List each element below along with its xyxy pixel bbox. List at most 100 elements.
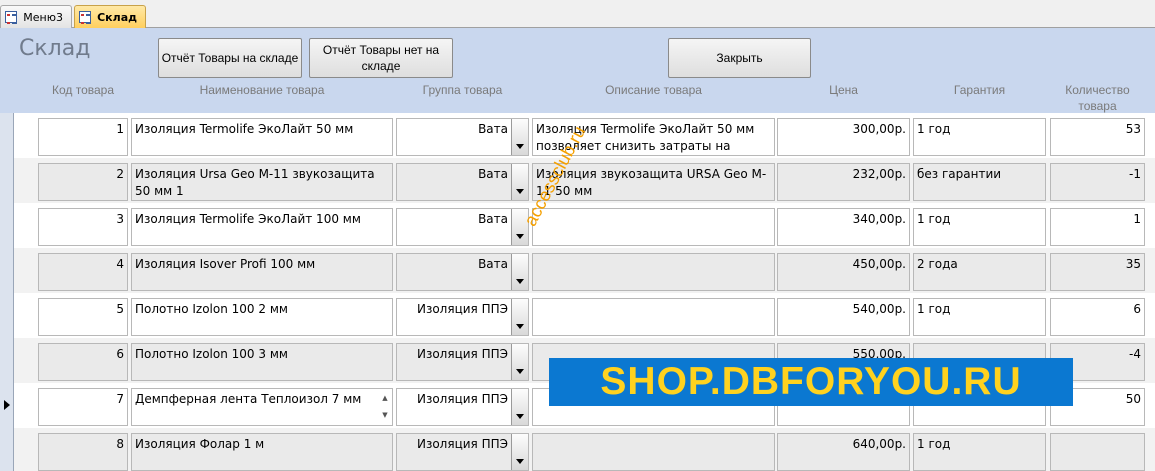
name-field[interactable]: Полотно Izolon 100 3 мм	[131, 343, 393, 381]
quantity-field[interactable]: 6	[1050, 298, 1145, 336]
name-field[interactable]: Изоляция Ursa Geo M-11 звукозащита 50 мм…	[131, 163, 393, 201]
dropdown-arrow-icon[interactable]	[511, 299, 528, 335]
promo-banner: SHOP.DBFORYOU.RU	[549, 358, 1073, 406]
group-combobox[interactable]: Вата	[396, 253, 529, 291]
name-field[interactable]: Изоляция Termolife ЭкоЛайт 100 мм	[131, 208, 393, 246]
column-header-price: Цена	[829, 83, 858, 97]
group-combobox[interactable]: Изоляция ППЭ	[396, 433, 529, 471]
group-value: Изоляция ППЭ	[416, 392, 508, 406]
group-value: Изоляция ППЭ	[416, 437, 508, 451]
name-field[interactable]: Демпферная лента Теплоизол 7 мм ▲ ▼	[131, 388, 393, 426]
group-combobox[interactable]: Вата	[396, 163, 529, 201]
description-field[interactable]	[532, 433, 775, 471]
group-value: Вата	[478, 167, 508, 181]
description-field[interactable]	[532, 253, 775, 291]
tab-label: Склад	[97, 10, 137, 24]
form-icon	[79, 11, 92, 24]
group-combobox[interactable]: Изоляция ППЭ	[396, 298, 529, 336]
warranty-field[interactable]: 2 года	[913, 253, 1046, 291]
dropdown-arrow-icon[interactable]	[511, 434, 528, 470]
table-row: 2 Изоляция Ursa Geo M-11 звукозащита 50 …	[0, 158, 1155, 203]
name-field[interactable]: Изоляция Termolife ЭкоЛайт 50 мм	[131, 118, 393, 156]
detail-section: 1 Изоляция Termolife ЭкоЛайт 50 мм Вата …	[0, 113, 1155, 471]
column-header-group: Группа товара	[422, 83, 503, 97]
price-field[interactable]: 232,00р.	[777, 163, 910, 201]
warranty-field[interactable]: 1 год	[913, 433, 1046, 471]
page-title: Склад	[19, 36, 91, 61]
price-field[interactable]: 340,00р.	[777, 208, 910, 246]
group-value: Вата	[478, 257, 508, 271]
close-button[interactable]: Закрыть	[668, 38, 811, 78]
record-selector[interactable]	[0, 203, 14, 248]
table-row: 8 Изоляция Фолар 1 м Изоляция ППЭ 640,00…	[0, 428, 1155, 471]
price-field[interactable]: 300,00р.	[777, 118, 910, 156]
warranty-field[interactable]: 1 год	[913, 298, 1046, 336]
description-field[interactable]	[532, 298, 775, 336]
warranty-field[interactable]: 1 год	[913, 208, 1046, 246]
record-selector[interactable]	[0, 113, 14, 158]
record-selector[interactable]	[0, 248, 14, 293]
scroll-up-icon[interactable]: ▲	[382, 390, 387, 407]
column-header-code: Код товара	[51, 83, 115, 97]
group-combobox[interactable]: Вата	[396, 118, 529, 156]
code-field[interactable]: 4	[38, 253, 128, 291]
record-selector[interactable]	[0, 383, 14, 428]
column-header-quantity: Количество товара	[1065, 83, 1130, 113]
dropdown-arrow-icon[interactable]	[511, 389, 528, 425]
name-field[interactable]: Изоляция Фолар 1 м	[131, 433, 393, 471]
name-field[interactable]: Полотно Izolon 100 2 мм	[131, 298, 393, 336]
group-value: Изоляция ППЭ	[416, 302, 508, 316]
quantity-field[interactable]: 1	[1050, 208, 1145, 246]
code-field[interactable]: 6	[38, 343, 128, 381]
quantity-field[interactable]: 53	[1050, 118, 1145, 156]
column-header-warranty: Гарантия	[953, 83, 1006, 97]
group-combobox[interactable]: Изоляция ППЭ	[396, 388, 529, 426]
tab-menu3[interactable]: Меню3	[0, 5, 72, 28]
code-field[interactable]: 7	[38, 388, 128, 426]
record-selector[interactable]	[0, 338, 14, 383]
dropdown-arrow-icon[interactable]	[511, 164, 528, 200]
quantity-field[interactable]: 35	[1050, 253, 1145, 291]
warranty-field[interactable]: без гарантии	[913, 163, 1046, 201]
description-field[interactable]	[532, 208, 775, 246]
report-in-stock-button[interactable]: Отчёт Товары на складе	[158, 38, 302, 78]
record-selector[interactable]	[0, 428, 14, 471]
dropdown-arrow-icon[interactable]	[511, 119, 528, 155]
code-field[interactable]: 2	[38, 163, 128, 201]
textbox-scrollbar[interactable]: ▲ ▼	[379, 390, 391, 424]
code-field[interactable]: 8	[38, 433, 128, 471]
tab-label: Меню3	[23, 10, 63, 24]
code-field[interactable]: 1	[38, 118, 128, 156]
name-field[interactable]: Изоляция Isover Profi 100 мм	[131, 253, 393, 291]
group-combobox[interactable]: Вата	[396, 208, 529, 246]
group-value: Изоляция ППЭ	[416, 347, 508, 361]
code-field[interactable]: 5	[38, 298, 128, 336]
record-selector[interactable]	[0, 293, 14, 338]
table-row: 4 Изоляция Isover Profi 100 мм Вата 450,…	[0, 248, 1155, 293]
name-value: Демпферная лента Теплоизол 7 мм	[135, 392, 362, 406]
dropdown-arrow-icon[interactable]	[511, 344, 528, 380]
quantity-field[interactable]	[1050, 433, 1145, 471]
scroll-down-icon[interactable]: ▼	[382, 407, 387, 424]
promo-banner-text: SHOP.DBFORYOU.RU	[600, 360, 1022, 403]
group-value: Вата	[478, 212, 508, 226]
report-out-of-stock-button[interactable]: Отчёт Товары нет на складе	[309, 38, 453, 78]
price-field[interactable]: 540,00р.	[777, 298, 910, 336]
code-field[interactable]: 3	[38, 208, 128, 246]
dropdown-arrow-icon[interactable]	[511, 254, 528, 290]
record-selector[interactable]	[0, 158, 14, 203]
warranty-field[interactable]: 1 год	[913, 118, 1046, 156]
table-row: 3 Изоляция Termolife ЭкоЛайт 100 мм Вата…	[0, 203, 1155, 248]
table-row: 5 Полотно Izolon 100 2 мм Изоляция ППЭ 5…	[0, 293, 1155, 338]
price-field[interactable]: 640,00р.	[777, 433, 910, 471]
column-header-description: Описание товара	[605, 83, 702, 97]
form-icon	[5, 11, 18, 24]
group-combobox[interactable]: Изоляция ППЭ	[396, 343, 529, 381]
price-field[interactable]: 450,00р.	[777, 253, 910, 291]
quantity-field[interactable]: -1	[1050, 163, 1145, 201]
tab-sklad[interactable]: Склад	[74, 5, 146, 28]
document-tab-bar: Меню3 Склад	[0, 0, 1155, 28]
form-header: Склад Отчёт Товары на складе Отчёт Товар…	[0, 28, 1155, 113]
group-value: Вата	[478, 122, 508, 136]
column-header-name: Наименование товара	[199, 83, 325, 97]
